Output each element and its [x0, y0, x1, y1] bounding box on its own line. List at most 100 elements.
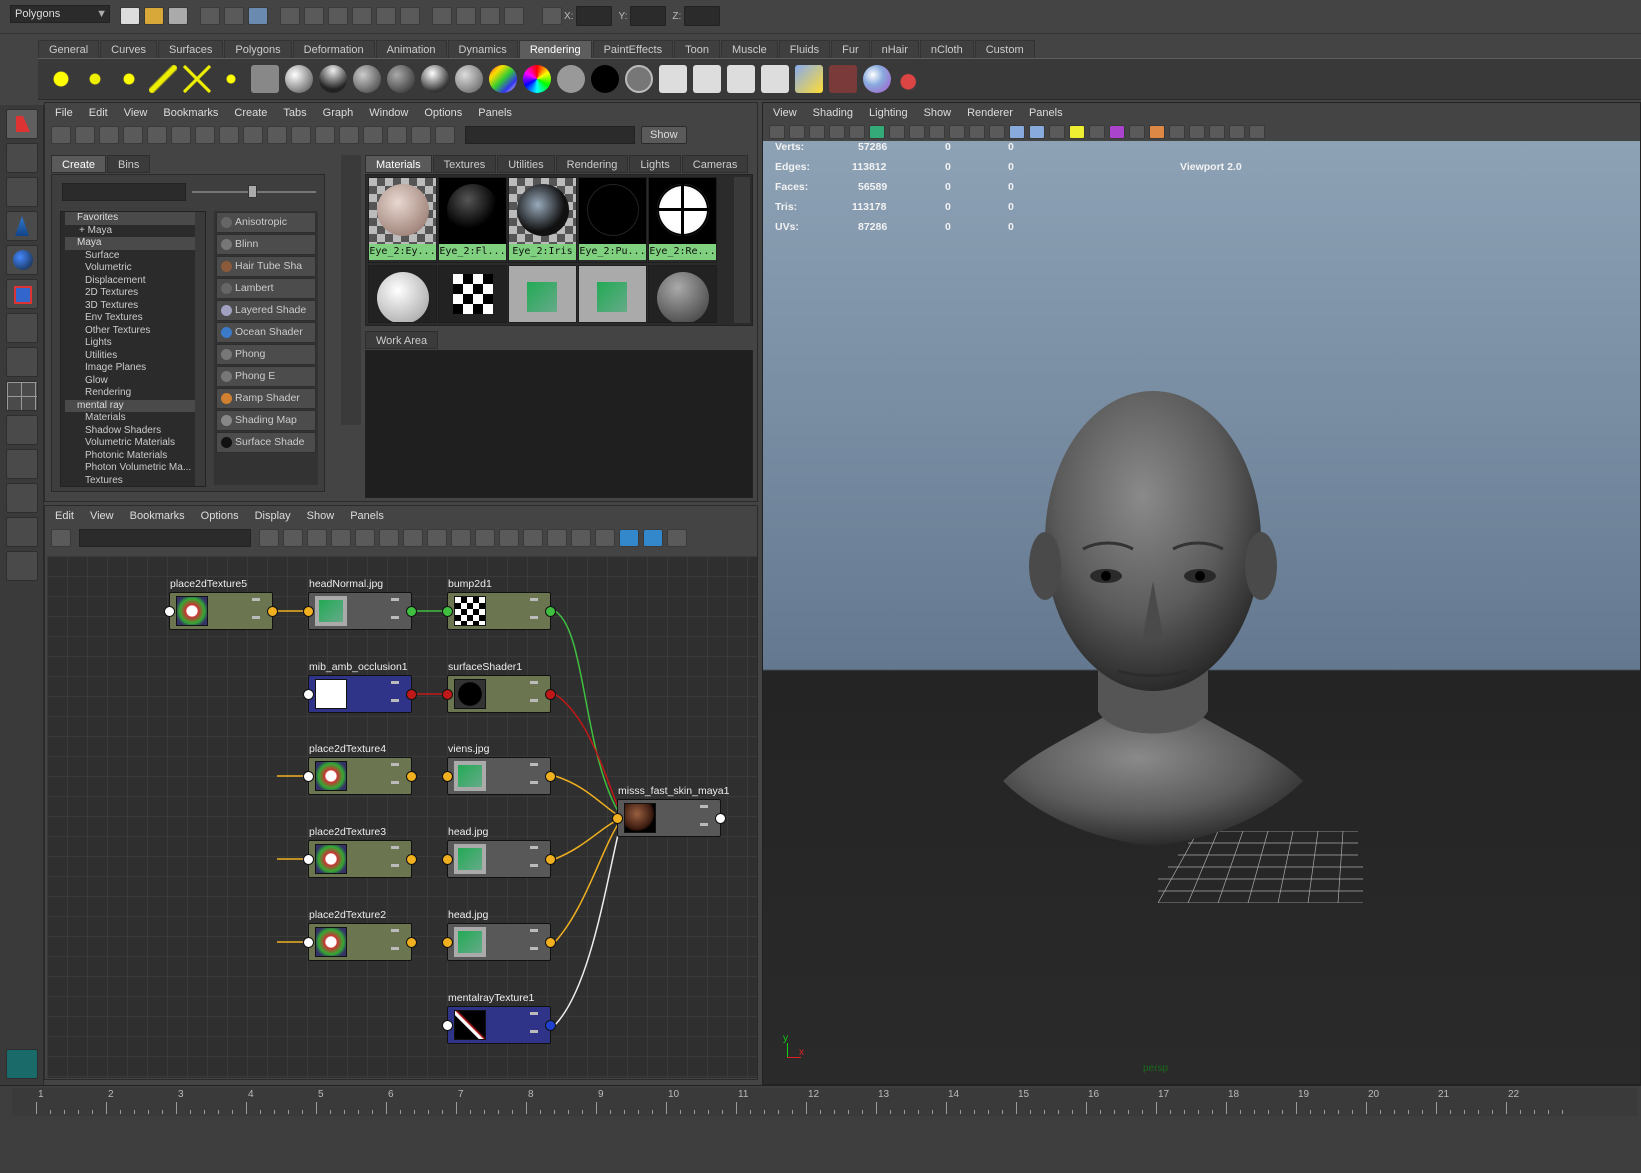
menu-item[interactable]: Shading: [813, 107, 853, 119]
tree-item[interactable]: 3D Textures: [65, 300, 205, 313]
camera-attributes-icon[interactable]: [789, 125, 805, 139]
shelf-tab[interactable]: Curves: [100, 40, 157, 58]
ocean-shader-icon[interactable]: [523, 65, 551, 93]
wireframe-on-shaded-icon[interactable]: [1029, 125, 1045, 139]
menu-item[interactable]: Options: [424, 107, 462, 119]
shadows-icon[interactable]: [1089, 125, 1105, 139]
node-list-item[interactable]: Shading Map: [216, 410, 316, 431]
xray-icon[interactable]: [1209, 125, 1225, 139]
coord-x-field[interactable]: [576, 6, 613, 26]
shelf-tab[interactable]: PaintEffects: [592, 40, 674, 58]
shelf-tab[interactable]: Fluids: [778, 40, 831, 58]
menu-item[interactable]: Bookmarks: [130, 510, 185, 522]
select-hierarchy-icon[interactable]: [200, 7, 220, 25]
paint-select-tool-icon[interactable]: [6, 177, 38, 207]
node-mode-icon[interactable]: [391, 598, 399, 601]
shelf-tab[interactable]: Polygons: [224, 40, 292, 58]
shelf-tab[interactable]: Custom: [974, 40, 1035, 58]
isolate-select-icon[interactable]: [1129, 125, 1145, 139]
menu-item[interactable]: View: [90, 510, 114, 522]
render-settings-icon[interactable]: [504, 7, 524, 25]
menu-item[interactable]: Edit: [55, 510, 74, 522]
shelf-tab[interactable]: nCloth: [919, 40, 974, 58]
bookmarks-icon[interactable]: [809, 125, 825, 139]
camera-icon[interactable]: [251, 65, 279, 93]
input-port[interactable]: [442, 689, 453, 700]
node-list-item[interactable]: Phong: [216, 344, 316, 365]
phong-shader-icon[interactable]: [421, 65, 449, 93]
io-connections-icon[interactable]: [243, 126, 263, 144]
tree-item[interactable]: Shadow Shaders: [65, 425, 205, 438]
material-swatch[interactable]: [578, 265, 647, 323]
ramp-shader-icon[interactable]: [489, 65, 517, 93]
input-port[interactable]: [442, 1020, 453, 1031]
rotate-tool-icon[interactable]: [6, 245, 38, 275]
material-swatch[interactable]: Eye_2:Pu...: [578, 177, 647, 263]
input-port[interactable]: [303, 854, 314, 865]
layout-extra-icon[interactable]: [6, 551, 38, 581]
render-settings-icon[interactable]: [727, 65, 755, 93]
menu-item[interactable]: Edit: [89, 107, 108, 119]
tree-sub[interactable]: + Maya: [65, 225, 205, 238]
point-light-icon[interactable]: [115, 65, 143, 93]
create-filter-input[interactable]: [62, 183, 186, 201]
output-port[interactable]: [545, 689, 556, 700]
next-graph-icon[interactable]: [315, 126, 335, 144]
material-swatch[interactable]: [648, 265, 717, 323]
output-port[interactable]: [545, 1020, 556, 1031]
show-button[interactable]: Show: [641, 126, 687, 144]
tab-cameras[interactable]: Cameras: [681, 155, 749, 173]
anisotropic-shader-icon[interactable]: [285, 65, 313, 93]
input-port[interactable]: [442, 937, 453, 948]
shelf-tab-active[interactable]: Rendering: [518, 40, 592, 58]
node-mode-icon[interactable]: [530, 763, 538, 766]
snap-live-icon[interactable]: [400, 7, 420, 25]
frame-selected-icon[interactable]: [547, 529, 567, 547]
output-port[interactable]: [406, 689, 417, 700]
save-scene-icon[interactable]: [168, 7, 188, 25]
surface-shader-grey-icon[interactable]: [557, 65, 585, 93]
menu-item[interactable]: Tabs: [283, 107, 306, 119]
menu-item[interactable]: Panels: [478, 107, 512, 119]
add-selected-icon[interactable]: [571, 529, 591, 547]
previous-graph-icon[interactable]: [291, 126, 311, 144]
graph-up-down-icon[interactable]: [259, 529, 279, 547]
graph-icon[interactable]: [411, 126, 431, 144]
node-list-item[interactable]: Surface Shade: [216, 432, 316, 453]
hypershade-icon[interactable]: [761, 65, 789, 93]
back-icon[interactable]: [619, 529, 639, 547]
simple-mode-icon[interactable]: [403, 529, 423, 547]
field-chart-icon[interactable]: [929, 125, 945, 139]
swatch-scrollbar[interactable]: [734, 177, 750, 323]
shelf-tab[interactable]: nHair: [870, 40, 919, 58]
shader-node[interactable]: bump2d1: [442, 578, 556, 630]
tree-item[interactable]: Photonic Materials: [65, 450, 205, 463]
output-port[interactable]: [406, 937, 417, 948]
next-view-icon[interactable]: [339, 126, 359, 144]
safe-title-icon[interactable]: [969, 125, 985, 139]
move-tool-icon[interactable]: [6, 211, 38, 241]
tree-item[interactable]: 2D Textures: [65, 287, 205, 300]
material-swatch[interactable]: [438, 265, 507, 323]
swatch-options-icon[interactable]: [363, 126, 383, 144]
tree-item[interactable]: Glow: [65, 375, 205, 388]
node-list-item[interactable]: Layered Shade: [216, 300, 316, 321]
viewport-canvas[interactable]: Verts: 57286 0 0 Edges: 113812 0 0 Faces…: [763, 141, 1640, 1084]
node-mode-icon[interactable]: [391, 929, 399, 932]
custom-mode-icon[interactable]: [475, 529, 495, 547]
shader-node[interactable]: mentalrayTexture1: [442, 992, 556, 1044]
input-port[interactable]: [303, 937, 314, 948]
node-list-item[interactable]: Lambert: [216, 278, 316, 299]
layout-outliner-icon[interactable]: [6, 415, 38, 445]
input-port[interactable]: [303, 689, 314, 700]
shader-node[interactable]: misss_fast_skin_maya1: [612, 785, 729, 837]
node-graph[interactable]: place2dTexture5 headNormal.jpg bump2d1 m…: [47, 556, 757, 1078]
image-plane-icon[interactable]: [829, 125, 845, 139]
material-swatch[interactable]: Eye_2:Iris: [508, 177, 577, 263]
select-camera-icon[interactable]: [769, 125, 785, 139]
render-current-icon[interactable]: [659, 65, 687, 93]
node-editor-search-input[interactable]: [79, 529, 251, 547]
area-light-icon[interactable]: [183, 65, 211, 93]
tree-header[interactable]: Maya: [65, 237, 205, 250]
node-mode-icon[interactable]: [252, 598, 260, 601]
